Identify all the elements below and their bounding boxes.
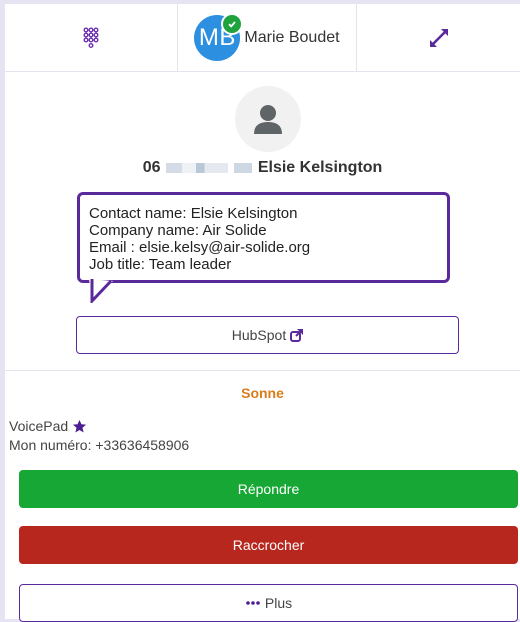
star-icon[interactable] (72, 419, 87, 434)
divider (5, 370, 520, 371)
hubspot-label: HubSpot (231, 327, 287, 343)
masked-number-2 (234, 162, 253, 173)
more-button[interactable]: Plus (19, 584, 518, 622)
person-icon (254, 105, 282, 134)
hubspot-button[interactable]: HubSpot (76, 316, 459, 354)
dialpad-icon (83, 27, 99, 48)
contact-name: Elsie Kelsington (257, 159, 383, 176)
my-number: Mon numéro: +33636458906 (9, 437, 190, 453)
hangup-button[interactable]: Raccrocher (19, 526, 518, 564)
bubble-tail (89, 279, 113, 303)
contact-header: 06 Elsie Kelsington (5, 159, 520, 177)
line-name: VoicePad (9, 418, 69, 434)
dialpad-button[interactable] (5, 4, 178, 71)
contact-name-line: Contact name: Elsie Kelsington (89, 205, 298, 222)
masked-number (165, 162, 228, 173)
answer-label: Répondre (237, 481, 300, 497)
company-name-line: Company name: Air Solide (89, 222, 267, 239)
expand-button[interactable] (357, 4, 520, 71)
softphone-panel: MB Marie Boudet 06 Elsie Kelsington Cont… (5, 4, 520, 622)
answer-button[interactable]: Répondre (19, 470, 518, 508)
online-status-icon (221, 12, 244, 35)
contact-details-bubble: Contact name: Elsie Kelsington Company n… (77, 192, 450, 283)
external-link-icon (290, 328, 304, 342)
call-status: Sonne (241, 385, 284, 401)
avatar: MB (194, 12, 244, 61)
more-label: Plus (264, 595, 293, 611)
expand-icon (429, 28, 448, 47)
contact-avatar (235, 86, 301, 152)
top-bar: MB Marie Boudet (5, 4, 520, 72)
hangup-label: Raccrocher (232, 537, 305, 553)
user-name: Marie Boudet (244, 28, 340, 46)
caller-number: 06 (142, 159, 161, 176)
line-info: VoicePad (9, 418, 87, 434)
user-profile[interactable]: MB Marie Boudet (178, 4, 357, 71)
email-line: Email : elsie.kelsy@air-solide.org (89, 239, 311, 256)
more-icon (246, 601, 260, 605)
job-title-line: Job title: Team leader (89, 256, 232, 273)
